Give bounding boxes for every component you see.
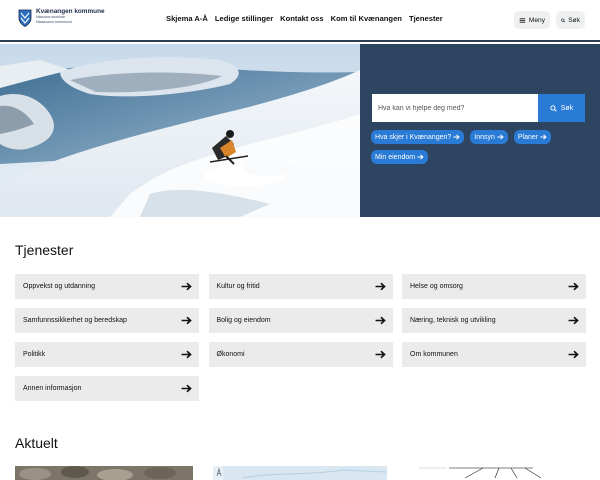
site-logo[interactable]: Kvænangen kommune Návuona suohkan Naavuo… bbox=[18, 8, 105, 27]
arrow-right-icon bbox=[540, 134, 547, 140]
arrow-right-icon bbox=[181, 384, 192, 393]
arrow-right-icon bbox=[375, 316, 386, 325]
service-politikk[interactable]: Politikk bbox=[15, 342, 199, 367]
hero-search: Søk bbox=[372, 94, 585, 122]
service-label: Annen informasjon bbox=[23, 385, 82, 392]
main-nav: Skjema A-Å Ledige stillinger Kontakt oss… bbox=[166, 14, 443, 23]
hero: Søk Hva skjer i Kvænangen? Innsyn Planer… bbox=[0, 44, 600, 217]
service-naering-teknisk-og-utvikling[interactable]: Næring, teknisk og utvikling bbox=[402, 308, 586, 333]
coat-of-arms-icon bbox=[18, 9, 32, 27]
menu-button-label: Meny bbox=[528, 16, 545, 24]
news-heading: Aktuelt bbox=[15, 435, 58, 451]
service-bolig-og-eiendom[interactable]: Bolig og eiendom bbox=[208, 308, 393, 333]
menu-button[interactable]: Meny bbox=[514, 11, 550, 29]
service-label: Økonomi bbox=[216, 351, 245, 358]
search-icon bbox=[550, 104, 557, 112]
service-om-kommunen[interactable]: Om kommunen bbox=[402, 342, 586, 367]
hamburger-icon bbox=[519, 17, 526, 23]
quick-link-min-eiendom[interactable]: Min eiendom bbox=[371, 150, 429, 164]
services-heading: Tjenester bbox=[15, 242, 74, 258]
services-grid: Oppvekst og utdanning Kultur og fritid H… bbox=[15, 274, 586, 401]
nav-ledige-stillinger[interactable]: Ledige stillinger bbox=[215, 14, 273, 23]
quick-link-label: Innsyn bbox=[474, 133, 495, 141]
service-label: Næring, teknisk og utvikling bbox=[410, 317, 496, 324]
service-label: Politikk bbox=[23, 351, 46, 358]
news-card-image-1[interactable] bbox=[15, 466, 193, 480]
service-label: Bolig og eiendom bbox=[216, 317, 271, 324]
service-label: Om kommunen bbox=[410, 351, 458, 358]
nav-skjema[interactable]: Skjema A-Å bbox=[166, 14, 208, 23]
arrow-right-icon bbox=[497, 134, 504, 140]
quick-link-label: Hva skjer i Kvænangen? bbox=[375, 133, 452, 141]
service-label: Oppvekst og utdanning bbox=[23, 283, 95, 290]
service-annen-informasjon[interactable]: Annen informasjon bbox=[15, 376, 199, 401]
search-icon bbox=[561, 18, 566, 22]
quick-link-label: Min eiendom bbox=[375, 153, 416, 161]
hero-search-panel: Søk Hva skjer i Kvænangen? Innsyn Planer… bbox=[360, 44, 600, 217]
service-label: Kultur og fritid bbox=[216, 283, 260, 290]
service-oppvekst-og-utdanning[interactable]: Oppvekst og utdanning bbox=[15, 274, 199, 299]
rocks-image bbox=[15, 466, 193, 480]
arrow-right-icon bbox=[568, 316, 579, 325]
news-card-image-2[interactable] bbox=[213, 466, 387, 480]
service-kultur-og-fritid[interactable]: Kultur og fritid bbox=[208, 274, 393, 299]
service-samfunnssikkerhet-og-beredskap[interactable]: Samfunnssikkerhet og beredskap bbox=[15, 308, 199, 333]
quick-links: Hva skjer i Kvænangen? Innsyn Planer Min… bbox=[371, 130, 591, 164]
service-okonomi[interactable]: Økonomi bbox=[208, 342, 393, 367]
service-helse-og-omsorg[interactable]: Helse og omsorg bbox=[402, 274, 586, 299]
service-label: Helse og omsorg bbox=[410, 283, 463, 290]
nav-kom-til-kvaenangen[interactable]: Kom til Kvænangen bbox=[331, 14, 402, 23]
arrow-right-icon bbox=[417, 154, 424, 160]
search-submit-button[interactable]: Søk bbox=[538, 94, 585, 122]
map-image bbox=[213, 466, 387, 480]
arrow-right-icon bbox=[453, 134, 460, 140]
quick-link-label: Planer bbox=[517, 133, 539, 141]
diagram-image bbox=[413, 466, 587, 480]
skier-landscape-image bbox=[0, 44, 360, 217]
arrow-right-icon bbox=[568, 282, 579, 291]
logo-subtitle-2: Naavuonon kommuuni bbox=[36, 20, 72, 24]
arrow-right-icon bbox=[181, 350, 192, 359]
hero-image bbox=[0, 44, 360, 217]
search-submit-label: Søk bbox=[560, 104, 574, 112]
search-input[interactable] bbox=[372, 94, 538, 122]
quick-link-innsyn[interactable]: Innsyn bbox=[470, 130, 508, 144]
header-search-label: Søk bbox=[568, 16, 580, 24]
arrow-right-icon bbox=[568, 350, 579, 359]
arrow-right-icon bbox=[375, 282, 386, 291]
nav-kontakt-oss[interactable]: Kontakt oss bbox=[280, 14, 323, 23]
arrow-right-icon bbox=[375, 350, 386, 359]
header-search-button[interactable]: Søk bbox=[556, 11, 585, 29]
site-header: Kvænangen kommune Návuona suohkan Naavuo… bbox=[0, 0, 600, 42]
nav-tjenester[interactable]: Tjenester bbox=[409, 14, 443, 23]
arrow-right-icon bbox=[181, 282, 192, 291]
quick-link-planer[interactable]: Planer bbox=[513, 130, 552, 144]
arrow-right-icon bbox=[181, 316, 192, 325]
service-label: Samfunnssikkerhet og beredskap bbox=[23, 317, 127, 324]
quick-link-hva-skjer[interactable]: Hva skjer i Kvænangen? bbox=[371, 130, 465, 144]
news-card-image-3[interactable] bbox=[413, 466, 587, 480]
